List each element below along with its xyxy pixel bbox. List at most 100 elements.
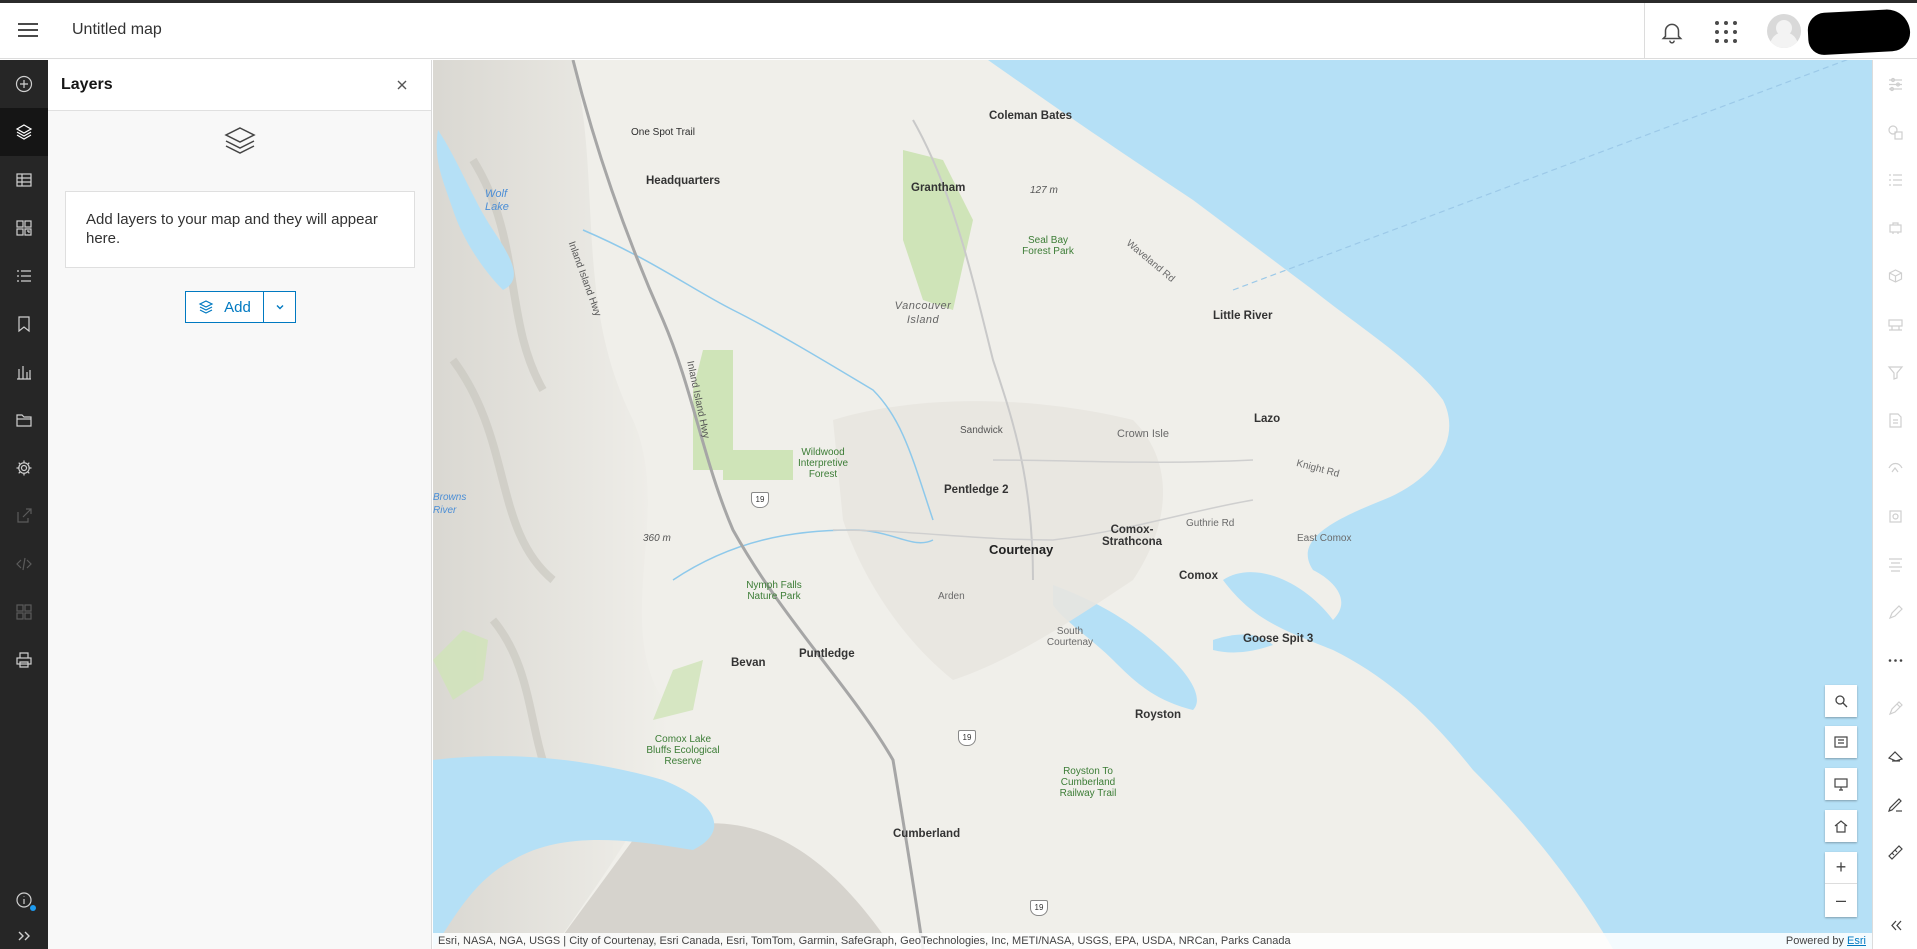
map-label: Comox <box>1179 570 1218 582</box>
add-layers-icon <box>198 300 214 314</box>
map-label: Browns River <box>433 492 467 516</box>
sketch-icon[interactable] <box>1873 588 1917 636</box>
filter-icon[interactable] <box>1873 156 1917 204</box>
map-label: Seal Bay Forest Park <box>1022 235 1074 257</box>
directions-icon[interactable] <box>1873 732 1917 780</box>
zoom-in-button[interactable]: + <box>1825 852 1857 884</box>
map-label: Royston <box>1135 709 1181 721</box>
search-button[interactable] <box>1825 685 1857 717</box>
left-toolbar <box>0 60 48 949</box>
zoom-controls: + – <box>1825 852 1857 917</box>
redacted-username <box>1806 8 1912 56</box>
print-icon[interactable] <box>0 636 48 684</box>
draw-icon[interactable] <box>1873 780 1917 828</box>
map-attribution: Esri, NASA, NGA, USGS | City of Courtena… <box>433 933 1872 949</box>
effects-icon[interactable] <box>1873 204 1917 252</box>
home-button[interactable] <box>1825 810 1857 842</box>
apps-icon[interactable] <box>0 588 48 636</box>
legend-icon[interactable] <box>0 252 48 300</box>
right-toolbar <box>1872 60 1917 949</box>
forms-icon[interactable] <box>1873 396 1917 444</box>
map-label: South Courtenay <box>1046 626 1094 648</box>
fields-icon[interactable] <box>1873 300 1917 348</box>
layers-icon <box>224 127 256 154</box>
map-label: Coleman Bates <box>989 110 1073 122</box>
map-label: Nymph Falls Nature Park <box>746 580 802 602</box>
highway-shield: 19 <box>1030 900 1048 916</box>
highway-shield: 19 <box>958 730 976 746</box>
map-title[interactable]: Untitled map <box>72 21 162 39</box>
esri-link[interactable]: Esri <box>1847 935 1866 947</box>
map-label: Crown Isle <box>1117 428 1169 440</box>
folder-icon[interactable] <box>0 396 48 444</box>
layer-settings-icon[interactable] <box>1873 492 1917 540</box>
map-label: One Spot Trail <box>631 127 695 138</box>
bookmark-icon[interactable] <box>0 300 48 348</box>
map-label: 127 m <box>1030 185 1058 196</box>
add-button-label: Add <box>224 298 251 316</box>
map-label: Puntledge <box>799 648 855 660</box>
map-label: Goose Spit 3 <box>1243 633 1314 645</box>
map-label: Comox-Strathcona <box>1102 524 1163 548</box>
panel-title: Layers <box>61 76 113 93</box>
map-label: Little River <box>1213 310 1273 322</box>
map-label: Headquarters <box>646 175 721 187</box>
code-icon[interactable] <box>0 540 48 588</box>
properties-icon[interactable] <box>1873 60 1917 108</box>
app-header: Untitled map <box>0 3 1917 59</box>
close-icon[interactable] <box>394 77 410 93</box>
map-label: Vancouver Island <box>894 300 952 326</box>
more-icon[interactable] <box>1873 636 1917 684</box>
expand-icon[interactable] <box>0 923 48 949</box>
map-label: Wolf Lake <box>485 188 509 213</box>
edit-icon[interactable] <box>1873 684 1917 732</box>
fullscreen-button[interactable] <box>1825 768 1857 800</box>
map-label: Royston To Cumberland Railway Trail <box>1059 766 1117 799</box>
map-label: Cumberland <box>893 828 961 840</box>
add-layer-split-button[interactable]: Add <box>185 291 296 323</box>
attribution-text: Esri, NASA, NGA, USGS | City of Courtena… <box>438 935 1291 947</box>
styles-icon[interactable] <box>1873 108 1917 156</box>
notification-dot <box>30 905 36 911</box>
empty-state-message: Add layers to your map and they will app… <box>65 191 415 268</box>
basemap-icon[interactable] <box>0 204 48 252</box>
map-label: Wildwood Interpretive Forest <box>797 447 849 480</box>
popups-icon[interactable] <box>1873 252 1917 300</box>
app-launcher-icon[interactable] <box>1714 20 1738 44</box>
map-label: Guthrie Rd <box>1186 518 1235 529</box>
chevron-down-icon <box>276 305 283 310</box>
powered-by: Powered by Esri <box>1785 935 1866 947</box>
layers-icon[interactable] <box>0 108 48 156</box>
chart-icon[interactable] <box>0 348 48 396</box>
avatar[interactable] <box>1767 14 1801 48</box>
map-view[interactable]: Coleman Bates One Spot Trail Headquarter… <box>433 60 1872 949</box>
add-circle-icon[interactable] <box>0 60 48 108</box>
menu-icon[interactable] <box>14 19 42 43</box>
map-label: Comox Lake Bluffs Ecological Reserve <box>646 734 720 767</box>
gear-icon[interactable] <box>0 444 48 492</box>
search-icon <box>1835 695 1848 708</box>
table-icon[interactable] <box>0 156 48 204</box>
map-label: East Comox <box>1297 533 1352 544</box>
map-label: 360 m <box>643 533 671 544</box>
map-label: Grantham <box>911 182 966 194</box>
map-label: Courtenay <box>989 542 1054 557</box>
print-map-icon <box>1834 736 1848 748</box>
header-divider <box>1644 3 1645 59</box>
collapse-icon[interactable] <box>1873 901 1917 949</box>
map-label: Lazo <box>1254 413 1281 425</box>
bell-icon[interactable] <box>1659 19 1685 45</box>
basemap-toggle-button[interactable] <box>1825 726 1857 758</box>
share-icon[interactable] <box>0 492 48 540</box>
map-label: Bevan <box>731 657 766 669</box>
measure-icon[interactable] <box>1873 828 1917 876</box>
align-icon[interactable] <box>1873 540 1917 588</box>
add-dropdown-button[interactable] <box>264 292 295 322</box>
info-icon[interactable] <box>0 876 48 924</box>
zoom-out-button[interactable]: – <box>1825 884 1857 916</box>
labels-icon[interactable] <box>1873 348 1917 396</box>
home-icon <box>1834 820 1848 833</box>
configure-icon[interactable] <box>1873 444 1917 492</box>
add-button[interactable]: Add <box>186 292 264 322</box>
layers-panel: Layers Add layers to your map and they w… <box>48 60 432 949</box>
